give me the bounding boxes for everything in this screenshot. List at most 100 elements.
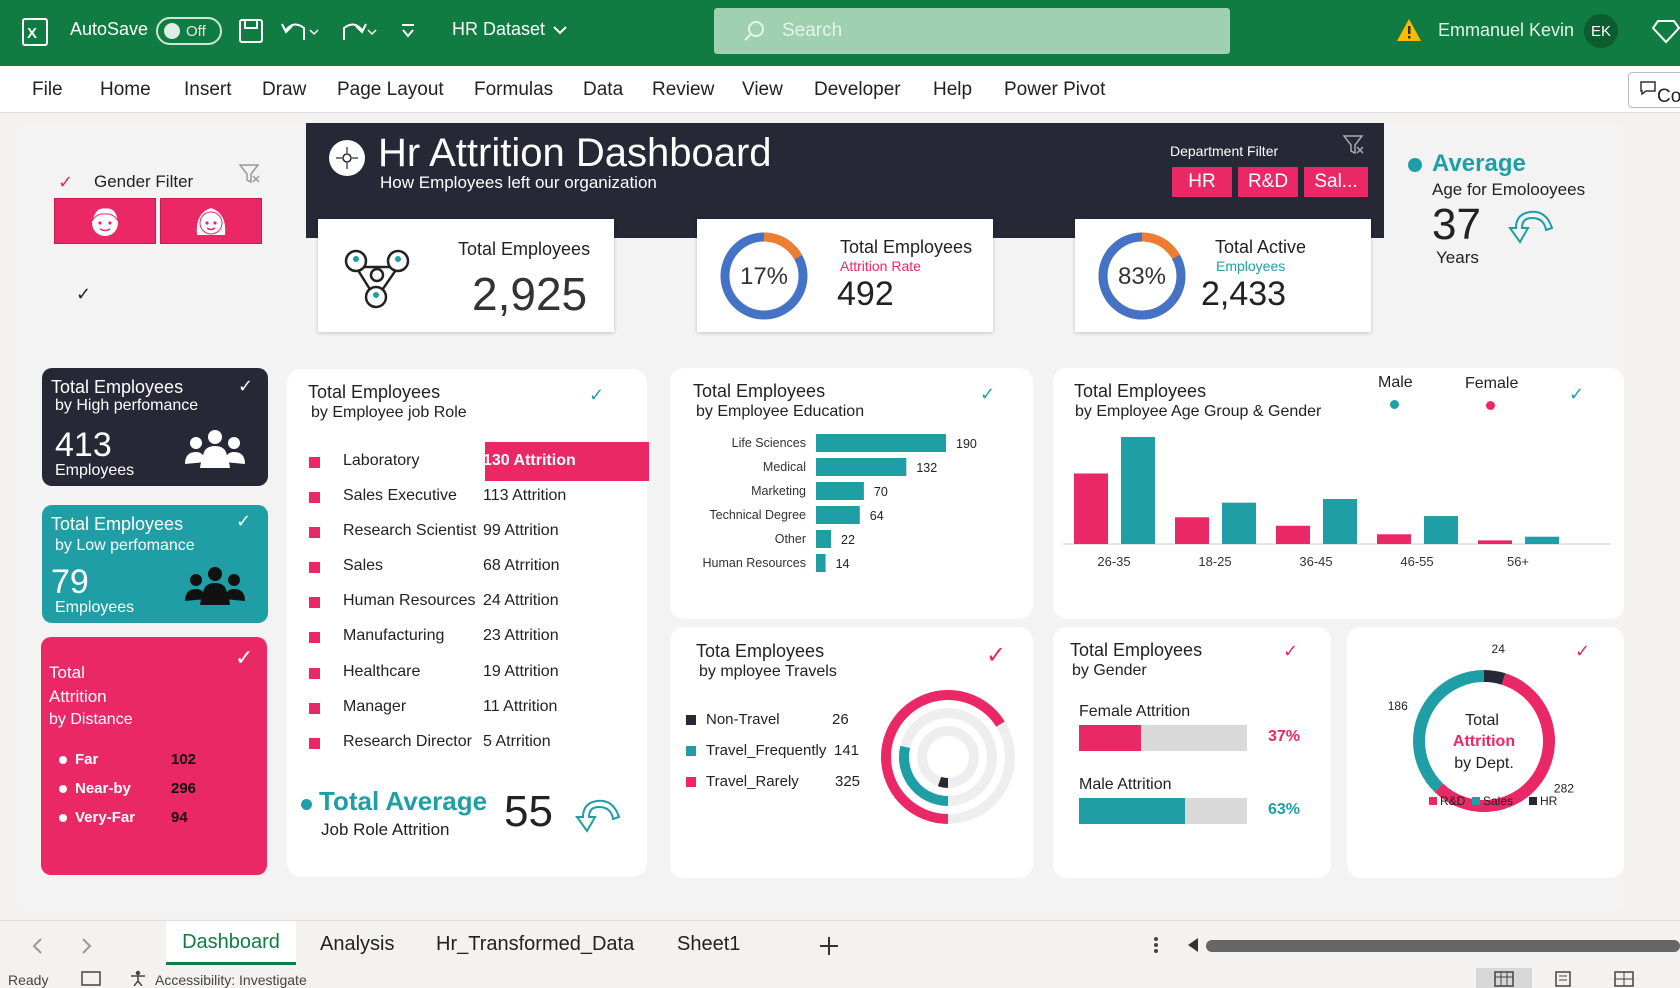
menu-page-layout[interactable]: Page Layout <box>337 79 444 101</box>
tab-analysis[interactable]: Analysis <box>320 933 394 956</box>
dept-center-line-3: by Dept. <box>1454 755 1514 772</box>
list-item: Manager 11 Attrition <box>287 692 647 722</box>
role-name: Manager <box>343 698 407 715</box>
page-layout-icon[interactable] <box>1554 971 1572 987</box>
distance-title-1: Total <box>49 663 85 682</box>
check-icon: ✓ <box>58 172 74 192</box>
menu-insert[interactable]: Insert <box>184 79 232 101</box>
save-icon[interactable] <box>238 18 264 44</box>
role-name: Manufacturing <box>343 627 445 644</box>
more-options-icon[interactable] <box>1152 935 1160 955</box>
legend-square <box>686 746 696 756</box>
bullet-square <box>309 632 320 643</box>
document-title[interactable]: HR Dataset <box>452 19 569 40</box>
menu-file[interactable]: File <box>32 79 63 101</box>
male-attrition-bar <box>1079 798 1185 824</box>
travel-value: 325 <box>835 773 861 790</box>
male-filter-button[interactable] <box>54 198 156 244</box>
kpi-active-label: Total Active <box>1215 237 1307 257</box>
curved-arrow-icon <box>575 799 621 833</box>
bullet-dot <box>59 814 67 822</box>
status-accessibility[interactable]: Accessibility: Investigate <box>155 972 307 988</box>
tab-hr-transformed-data[interactable]: Hr_Transformed_Data <box>436 933 634 956</box>
check-icon: ✓ <box>1283 641 1299 661</box>
add-sheet-icon[interactable] <box>818 935 840 957</box>
data-label: 190 <box>956 437 977 451</box>
redo-icon[interactable] <box>338 18 378 44</box>
role-name: Laboratory <box>343 452 420 469</box>
active-pct-label: 83% <box>1118 263 1166 290</box>
scroll-left-icon[interactable] <box>1186 937 1200 953</box>
sheet-tab-bar: Dashboard Analysis Hr_Transformed_Data S… <box>0 920 1680 968</box>
customize-toolbar-icon[interactable] <box>400 22 416 40</box>
menu-formulas[interactable]: Formulas <box>474 79 553 101</box>
kpi-total-label: Total Employees <box>458 239 591 259</box>
data-label: 24 <box>1492 642 1506 656</box>
menu-data[interactable]: Data <box>583 79 623 101</box>
menu-power-pivot[interactable]: Power Pivot <box>1004 79 1105 101</box>
horizontal-scrollbar[interactable] <box>1206 940 1680 952</box>
role-value: 130 Attrition <box>483 452 576 469</box>
list-item: Laboratory 130 Attrition <box>287 446 647 476</box>
low-perf-title: Total Employees <box>51 514 184 534</box>
legend-female-dot <box>1486 401 1495 410</box>
role-value: 113 Attrition <box>483 487 567 504</box>
role-name: Sales Executive <box>343 487 457 504</box>
dept-filter-sales[interactable]: Sal... <box>1304 167 1368 197</box>
comments-button[interactable]: Co <box>1628 72 1680 108</box>
chevron-left-icon[interactable] <box>30 937 44 955</box>
menu-developer[interactable]: Developer <box>814 79 901 101</box>
female-filter-button[interactable] <box>160 198 262 244</box>
diamond-icon[interactable] <box>1652 18 1680 44</box>
menu-review[interactable]: Review <box>652 79 714 101</box>
list-item: Sales Executive 113 Attrition <box>287 481 647 511</box>
tab-dashboard[interactable]: Dashboard <box>166 921 296 965</box>
menu-home[interactable]: Home <box>100 79 151 101</box>
distance-name: Very-Far <box>75 809 136 826</box>
search-box[interactable]: Search <box>714 8 1230 54</box>
tab-sheet1[interactable]: Sheet1 <box>677 933 740 956</box>
bullet-square <box>309 738 320 749</box>
autosave-toggle[interactable]: Off <box>146 17 222 45</box>
undo-icon[interactable] <box>280 18 320 44</box>
low-perf-value: 79 <box>51 563 89 601</box>
warning-icon[interactable] <box>1396 17 1422 43</box>
page-title: Hr Attrition Dashboard <box>378 131 772 175</box>
dept-donut-chart: Total Attrition by Dept. 24282186R&D Sale… <box>1388 642 1574 812</box>
curved-arrow-icon <box>1508 210 1554 244</box>
distance-value: 296 <box>171 780 197 797</box>
menu-view[interactable]: View <box>742 79 783 101</box>
clear-filter-icon[interactable] <box>1342 133 1366 157</box>
legend-label: R&D <box>1440 794 1466 808</box>
active-rate-donut: 83% <box>1098 232 1186 320</box>
check-icon: ✓ <box>589 385 605 405</box>
age-bar-male <box>1424 516 1458 544</box>
menu-help[interactable]: Help <box>933 79 972 101</box>
dept-center-line-1: Total <box>1465 712 1499 729</box>
kpi-active-sub: Employees <box>1216 258 1286 274</box>
role-name: Research Director <box>343 733 472 750</box>
user-name[interactable]: Emmanuel Kevin <box>1438 20 1574 41</box>
page-subtitle: How Employees left our organization <box>380 173 657 192</box>
role-value: 19 Attrition <box>483 663 559 680</box>
bullet-square <box>309 527 320 538</box>
avatar[interactable]: EK <box>1584 14 1618 48</box>
legend-square <box>686 715 696 725</box>
category-label: 18-25 <box>1198 554 1231 569</box>
check-icon: ✓ <box>76 284 92 304</box>
list-item: Healthcare 19 Attrition <box>287 657 647 687</box>
search-placeholder: Search <box>782 20 843 41</box>
bullet-dot <box>59 756 67 764</box>
macro-icon[interactable] <box>80 970 102 986</box>
dept-filter-rd[interactable]: R&D <box>1238 167 1298 197</box>
page-break-icon[interactable] <box>1614 971 1634 987</box>
clear-filter-icon[interactable] <box>238 162 262 186</box>
age-bar-female <box>1074 473 1108 544</box>
dept-center-line-2: Attrition <box>1453 733 1515 750</box>
menu-draw[interactable]: Draw <box>262 79 306 101</box>
check-icon: ✓ <box>980 384 996 404</box>
bullet-square <box>309 562 320 573</box>
chevron-right-icon[interactable] <box>80 937 94 955</box>
male-face-icon <box>91 207 119 236</box>
dept-filter-hr[interactable]: HR <box>1172 167 1232 197</box>
